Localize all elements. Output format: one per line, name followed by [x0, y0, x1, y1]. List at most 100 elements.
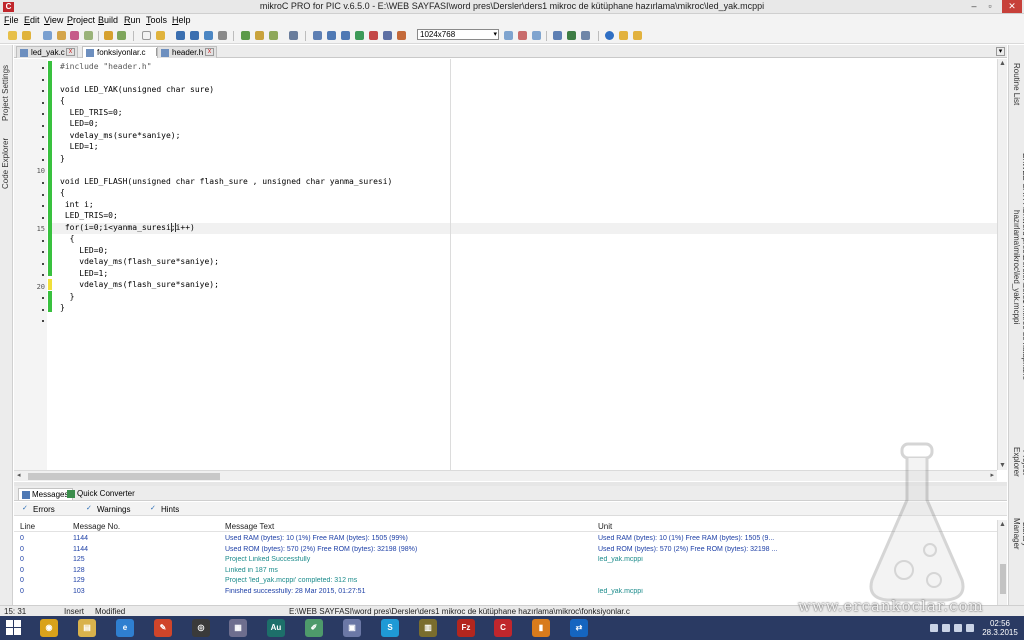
build-all-icon[interactable]	[255, 31, 264, 40]
tab-project-path[interactable]: E:\WEB SAYFASI\word pres\Dersler\ders1 m…	[1012, 121, 1024, 413]
tab-led-yak[interactable]: led_yak.c x	[16, 46, 78, 58]
edit-project-icon[interactable]	[57, 31, 66, 40]
messages-scrollbar[interactable]: ▲	[997, 520, 1007, 605]
chrome-icon[interactable]: ◉	[40, 619, 58, 637]
errors-filter[interactable]: ✓ Errors	[22, 505, 55, 514]
menu-tools[interactable]: Tools	[146, 15, 167, 25]
warnings-filter[interactable]: ✓ Warnings	[86, 505, 131, 514]
minimize-button[interactable]: –	[966, 0, 982, 13]
programmer-icon[interactable]	[289, 31, 298, 40]
menu-edit[interactable]: Edit	[24, 15, 40, 25]
open-project-icon[interactable]	[22, 31, 31, 40]
code-editor[interactable]: 10 15 20 #include "header.h" void LED_YA…	[14, 59, 997, 470]
checkbox-icon[interactable]: ✓	[86, 505, 94, 513]
help-icon[interactable]	[605, 31, 614, 40]
scroll-thumb[interactable]	[1000, 564, 1006, 594]
debug-start-icon[interactable]	[313, 31, 322, 40]
print-icon[interactable]	[218, 31, 227, 40]
maximize-button[interactable]: ▫	[982, 0, 998, 13]
tab-project-explorer[interactable]: Project Explorer	[1012, 435, 1024, 489]
column-header[interactable]: Message Text	[225, 522, 274, 531]
network-icon[interactable]	[954, 624, 962, 632]
step-into-icon[interactable]	[327, 31, 336, 40]
column-header[interactable]: Line	[20, 522, 35, 531]
scroll-left-icon[interactable]: ◂	[17, 471, 21, 479]
close-button[interactable]: ✕	[1002, 0, 1022, 13]
column-header[interactable]: Message No.	[73, 522, 120, 531]
restore-layout-icon[interactable]	[532, 31, 541, 40]
breakpoint-icon[interactable]	[383, 31, 392, 40]
clock[interactable]: 02:56 28.3.2015	[980, 619, 1020, 637]
menu-help[interactable]: Help	[172, 15, 191, 25]
file-explorer-icon[interactable]: ▤	[78, 619, 96, 637]
scroll-right-icon[interactable]: ▸	[990, 471, 994, 479]
flag-icon[interactable]	[942, 624, 950, 632]
installer-icon[interactable]: ▣	[343, 619, 361, 637]
tab-routine-list[interactable]: Routine List	[1012, 59, 1021, 109]
editor-vertical-scrollbar[interactable]: ▲ ▼	[997, 59, 1007, 470]
filezilla-icon[interactable]: Fz	[457, 619, 475, 637]
project-explorer-icon[interactable]	[84, 31, 93, 40]
skype-icon[interactable]: S	[381, 619, 399, 637]
chip-tool-icon[interactable]: ▥	[419, 619, 437, 637]
mikroc-icon[interactable]: C	[494, 619, 512, 637]
add-file-icon[interactable]	[104, 31, 113, 40]
remove-file-icon[interactable]	[117, 31, 126, 40]
menu-project[interactable]: Project	[67, 15, 95, 25]
save-project-icon[interactable]	[43, 31, 52, 40]
teamviewer-icon[interactable]: ⇄	[570, 619, 588, 637]
close-project-icon[interactable]	[70, 31, 79, 40]
tab-quick-converter[interactable]: Quick Converter	[64, 488, 139, 500]
internet-explorer-icon[interactable]: e	[116, 619, 134, 637]
close-file-icon[interactable]	[204, 31, 213, 40]
new-project-icon[interactable]	[8, 31, 17, 40]
checkbox-icon[interactable]: ✓	[22, 505, 30, 513]
lcd-designer-icon[interactable]	[581, 31, 590, 40]
open-file-icon[interactable]	[156, 31, 165, 40]
obs-app-icon[interactable]: ◎	[192, 619, 210, 637]
menu-file[interactable]: File	[4, 15, 19, 25]
save-file-icon[interactable]	[176, 31, 185, 40]
message-row[interactable]: 0 129 Project 'led_yak.mcppi' completed: …	[14, 577, 997, 587]
ascii-chart-icon[interactable]	[567, 31, 576, 40]
burner-app-icon[interactable]: ▮	[532, 619, 550, 637]
message-row[interactable]: 0 128 Linked in 187 ms	[14, 567, 997, 577]
tray-arrow-icon[interactable]	[930, 624, 938, 632]
tab-project-settings[interactable]: Project Settings	[1, 63, 12, 123]
hints-filter[interactable]: ✓ Hints	[150, 505, 179, 514]
media-app-icon[interactable]: ▦	[229, 619, 247, 637]
menu-build[interactable]: Build	[98, 15, 118, 25]
message-row[interactable]: 0 1144 Used ROM (bytes): 570 (2%) Free RO…	[14, 546, 997, 556]
windows-start-icon[interactable]	[6, 620, 22, 636]
tab-library-manager[interactable]: Library Manager	[1012, 507, 1024, 561]
tab-list-button[interactable]: ▾	[996, 47, 1005, 56]
message-row[interactable]: 0 125 Project Linked Successfully led_yak.…	[14, 556, 997, 566]
column-header[interactable]: Unit	[598, 522, 612, 531]
paint-app-icon[interactable]: ✎	[154, 619, 172, 637]
scroll-up-icon[interactable]: ▲	[999, 60, 1006, 67]
checkbox-icon[interactable]: ✓	[150, 505, 158, 513]
message-row[interactable]: 0 1144 Used RAM (bytes): 10 (1%) Free RAM…	[14, 535, 997, 545]
tab-fonksiyonlar[interactable]: fonksiyonlar.cx	[82, 46, 168, 58]
libstock-icon[interactable]	[633, 31, 642, 40]
menu-run[interactable]: Run	[124, 15, 141, 25]
layout-icon[interactable]	[504, 31, 513, 40]
resolution-select[interactable]: 1024x768 ▾	[417, 29, 499, 40]
scroll-up-icon[interactable]: ▲	[999, 521, 1006, 528]
scroll-thumb[interactable]	[28, 473, 220, 480]
statistics-icon[interactable]	[553, 31, 562, 40]
volume-icon[interactable]	[966, 624, 974, 632]
step-over-icon[interactable]	[341, 31, 350, 40]
tab-code-explorer[interactable]: Code Explorer	[1, 133, 12, 193]
stop-debug-icon[interactable]	[369, 31, 378, 40]
scroll-down-icon[interactable]: ▼	[999, 462, 1006, 469]
menu-view[interactable]: View	[44, 15, 63, 25]
close-tab-icon[interactable]: x	[66, 48, 75, 56]
clear-breakpoints-icon[interactable]	[397, 31, 406, 40]
new-file-icon[interactable]	[142, 31, 151, 40]
notepad-icon[interactable]: ✐	[305, 619, 323, 637]
save-all-icon[interactable]	[190, 31, 199, 40]
editor-horizontal-scrollbar[interactable]: ◂ ▸	[14, 470, 997, 481]
audition-icon[interactable]: Au	[267, 619, 285, 637]
delete-layout-icon[interactable]	[518, 31, 527, 40]
